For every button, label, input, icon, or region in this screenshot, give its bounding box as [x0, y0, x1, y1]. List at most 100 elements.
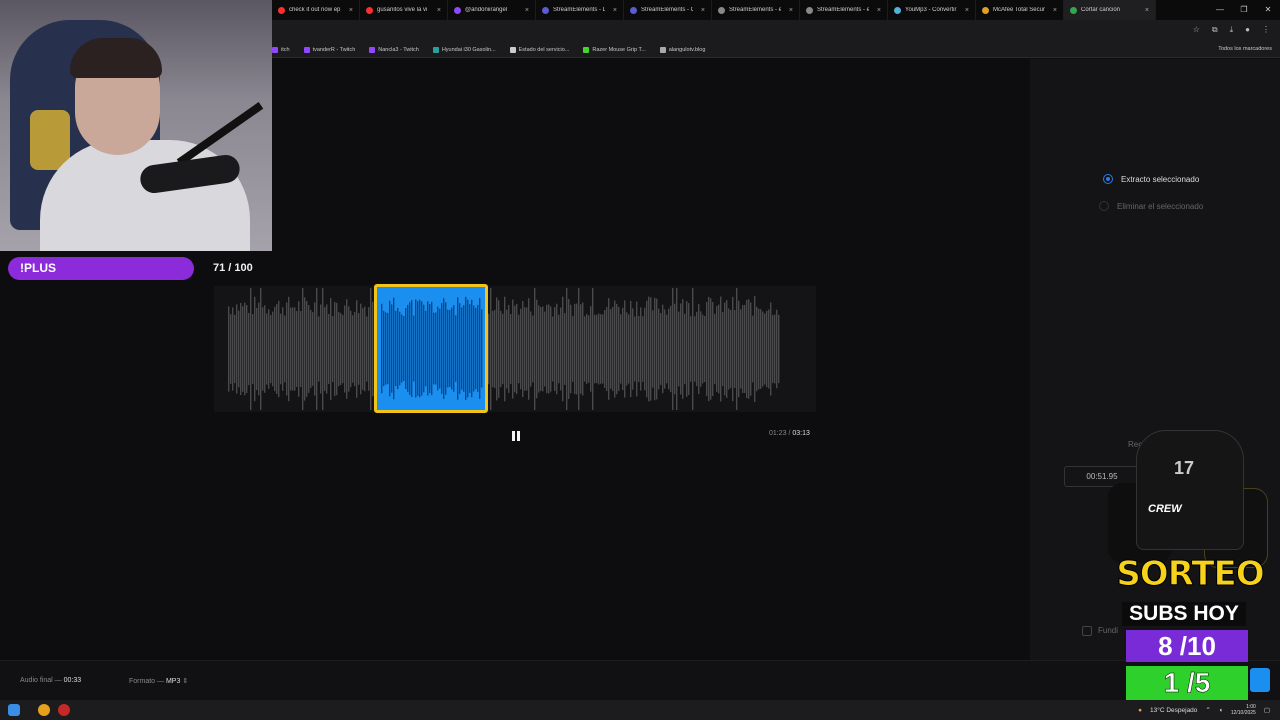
system-clock[interactable]: 1:00 12/10/2025	[1231, 704, 1256, 716]
all-bookmarks-link[interactable]: Todos los marcadores	[1218, 46, 1272, 52]
radio-checked-icon[interactable]	[1103, 174, 1113, 184]
waveform-bar	[431, 301, 433, 396]
tab-favicon-icon	[1070, 6, 1077, 14]
waveform-bar	[716, 306, 718, 392]
notifications-icon[interactable]: ▢	[1264, 706, 1270, 714]
tab-close-icon[interactable]: ×	[437, 7, 441, 14]
waveform-bar	[606, 307, 608, 391]
waveform-bar	[670, 305, 672, 393]
weather-label[interactable]: 13°C Despejado	[1150, 707, 1197, 714]
browser-tab[interactable]: Cortar cancion ×	[1064, 0, 1156, 20]
waveform-bar	[419, 299, 421, 398]
option-selected-extract[interactable]: Extracto seleccionado	[1103, 174, 1199, 184]
waveform-bar	[748, 299, 750, 399]
bookmark-item[interactable]: Nancla3 - Twitch	[369, 46, 419, 53]
waveform-bar	[488, 313, 490, 385]
browser-tab[interactable]: @andoniirangel ×	[448, 0, 536, 20]
restore-icon[interactable]: ❐	[1232, 0, 1256, 20]
browser-tab[interactable]: StreamElements - C ×	[624, 0, 712, 20]
tab-close-icon[interactable]: ×	[1145, 7, 1149, 14]
audio-waveform[interactable]	[214, 286, 816, 412]
tab-favicon-icon	[894, 6, 901, 14]
waveform-bar	[702, 314, 704, 384]
waveform-bar	[602, 314, 604, 384]
waveform-bar	[722, 311, 724, 387]
windows-start-icon[interactable]	[8, 704, 20, 716]
browser-tab[interactable]: check it out now ep ×	[272, 0, 360, 20]
tab-close-icon[interactable]: ×	[789, 7, 793, 14]
bookmark-item[interactable]: alangulotv.blog	[659, 46, 705, 53]
volume-icon[interactable]: ◖	[1219, 707, 1223, 714]
browser-tab[interactable]: YouMp3 - Convertir ×	[888, 0, 976, 20]
radio-unchecked-icon[interactable]	[1099, 201, 1109, 211]
waveform-bar	[455, 315, 457, 382]
waveform-bar	[362, 308, 364, 390]
bookmark-item[interactable]: tvanderR - Twitch	[303, 46, 355, 53]
download-icon[interactable]: ⤓	[1230, 25, 1234, 35]
star-icon[interactable]: ☆	[1193, 25, 1200, 35]
waveform-bar	[318, 316, 320, 382]
profile-icon[interactable]: ●	[1245, 25, 1250, 35]
chrome-icon[interactable]	[38, 704, 50, 716]
extensions-icon[interactable]: ⧉	[1212, 25, 1218, 35]
close-window-icon[interactable]: ✕	[1256, 0, 1280, 20]
pause-button[interactable]	[509, 429, 523, 443]
browser-tab[interactable]: StreamElements - e ×	[712, 0, 800, 20]
tab-close-icon[interactable]: ×	[349, 7, 353, 14]
total-time: 03:13	[792, 430, 810, 437]
option-delete-selected[interactable]: Eliminar el seleccionado	[1099, 201, 1203, 211]
waveform-bar	[614, 300, 616, 398]
waveform-bar	[666, 314, 668, 384]
fade-checkbox[interactable]	[1082, 626, 1092, 636]
tab-close-icon[interactable]: ×	[525, 7, 529, 14]
obs-icon[interactable]	[58, 704, 70, 716]
format-selector[interactable]: Formato — MP3 ⇕	[129, 677, 188, 685]
waveform-bar	[752, 315, 754, 383]
browser-tab[interactable]: McAfee Total Secur ×	[976, 0, 1064, 20]
waveform-bar	[508, 305, 510, 393]
bookmark-item[interactable]: itch	[272, 46, 290, 53]
browser-tab[interactable]: gusanitos vive la vi ×	[360, 0, 448, 20]
waveform-bar	[710, 298, 712, 400]
waveform-bar	[536, 299, 538, 399]
tab-favicon-icon	[366, 6, 373, 14]
network-icon[interactable]: ⌃	[1205, 706, 1210, 714]
waveform-bar	[232, 307, 234, 391]
bookmark-item[interactable]: Estado del servicio...	[509, 46, 569, 53]
tab-close-icon[interactable]: ×	[965, 7, 969, 14]
waveform-bar	[364, 306, 366, 392]
bookmark-favicon-icon	[303, 46, 310, 53]
tab-favicon-icon	[630, 6, 637, 14]
tab-close-icon[interactable]: ×	[701, 7, 705, 14]
waveform-bar	[674, 303, 676, 395]
browser-tab[interactable]: StreamElements - D ×	[536, 0, 624, 20]
selection-region[interactable]	[374, 284, 488, 413]
waveform-bar	[401, 314, 403, 383]
waveform-bar	[312, 312, 314, 386]
waveform-bar	[254, 296, 256, 402]
waveform-bar	[228, 306, 230, 392]
minimize-icon[interactable]: —	[1208, 0, 1232, 20]
tab-close-icon[interactable]: ×	[877, 7, 881, 14]
menu-icon[interactable]: ⋮	[1262, 25, 1270, 35]
waveform-bar	[598, 313, 600, 385]
browser-tab-bar: check it out now ep × gusanitos vive la vi…	[272, 0, 1280, 20]
tab-favicon-icon	[718, 6, 725, 14]
tab-close-icon[interactable]: ×	[1053, 7, 1057, 14]
tab-close-icon[interactable]: ×	[613, 7, 617, 14]
waveform-bar	[764, 313, 766, 385]
browser-tab[interactable]: StreamElements - e ×	[800, 0, 888, 20]
waveform-bar	[618, 307, 620, 391]
waveform-bar	[270, 314, 272, 384]
waveform-bar	[558, 314, 560, 384]
tab-label: StreamElements - C	[641, 7, 693, 13]
waveform-bar	[316, 288, 318, 410]
waveform-bar	[724, 302, 726, 396]
waveform-bar	[652, 310, 654, 388]
bookmark-item[interactable]: Hyundai i30 Gasolin...	[432, 46, 496, 53]
waveform-bar	[516, 303, 518, 395]
waveform-bar	[268, 309, 270, 389]
waveform-bar	[546, 304, 548, 394]
bookmark-item[interactable]: Razer Mouse Grip T...	[583, 46, 646, 53]
waveform-bar	[366, 316, 368, 382]
